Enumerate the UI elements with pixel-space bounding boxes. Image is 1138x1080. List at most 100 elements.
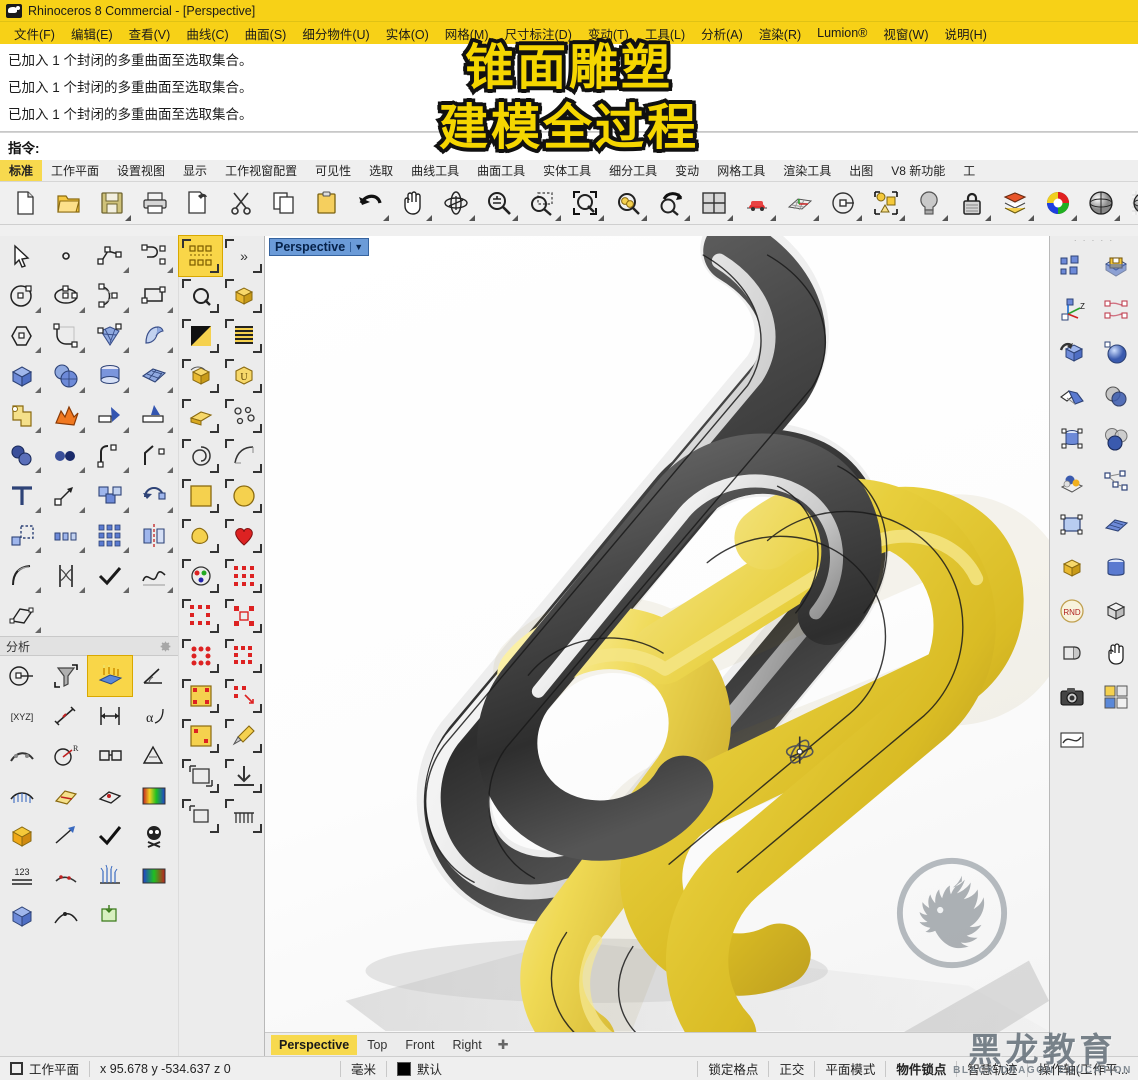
select-arrow-icon[interactable]	[0, 236, 44, 276]
status-smarttrack[interactable]: 智慧轨迹	[957, 1059, 1027, 1078]
menu-view[interactable]: 查看(V)	[121, 22, 179, 45]
point-icon[interactable]	[44, 236, 88, 276]
perspective-view-icon[interactable]	[735, 183, 778, 223]
boolean-union-2-icon[interactable]	[1094, 417, 1138, 460]
split-icon[interactable]	[132, 396, 176, 436]
extrude-box-icon[interactable]	[1050, 546, 1094, 589]
zoom-selected-icon[interactable]	[606, 183, 649, 223]
scale-icon[interactable]	[0, 516, 44, 556]
menu-file[interactable]: 文件(F)	[6, 22, 63, 45]
status-layer-cell[interactable]: 默认	[387, 1059, 452, 1078]
corner-box-icon[interactable]	[179, 756, 222, 796]
bend-icon[interactable]	[0, 556, 44, 596]
tab-solid-tools[interactable]: 实体工具	[534, 160, 600, 181]
explode-icon[interactable]	[44, 396, 88, 436]
heart-icon[interactable]	[222, 556, 265, 596]
surface-sel-icon[interactable]	[1094, 503, 1138, 546]
red-grid-sel-icon[interactable]	[179, 676, 222, 716]
smooth-icon[interactable]	[132, 556, 176, 596]
planarity-icon[interactable]	[88, 776, 132, 816]
viewport-title-label[interactable]: Perspective ▼	[269, 238, 370, 256]
render-sphere-icon[interactable]	[1122, 183, 1138, 223]
red-dots-b-icon[interactable]	[222, 636, 265, 676]
flow-along-surface-icon[interactable]	[1050, 374, 1094, 417]
distance-measure-icon[interactable]	[44, 696, 88, 736]
polygon-icon[interactable]	[0, 316, 44, 356]
ellipse-icon[interactable]	[44, 276, 88, 316]
polyline-icon[interactable]	[88, 236, 132, 276]
transform-rect-icon[interactable]	[1050, 503, 1094, 546]
status-planar[interactable]: 平面模式	[815, 1059, 885, 1078]
alpha-curvature-icon[interactable]: α	[132, 696, 176, 736]
shaded-sphere-icon[interactable]	[1079, 183, 1122, 223]
arc-icon[interactable]	[88, 276, 132, 316]
surface-control-points-icon[interactable]	[88, 316, 132, 356]
menu-lumion[interactable]: Lumion®	[809, 24, 875, 42]
direction-icon[interactable]	[44, 816, 88, 856]
iso-box-icon[interactable]	[1094, 589, 1138, 632]
subd-sphere-icon[interactable]	[179, 476, 222, 516]
rnd-random-icon[interactable]: RND	[1050, 589, 1094, 632]
print-icon[interactable]	[133, 183, 176, 223]
subd-spiral-icon[interactable]	[179, 436, 222, 476]
subd-smooth-icon[interactable]	[179, 356, 222, 396]
zoom-previous-icon[interactable]	[649, 183, 692, 223]
menu-render[interactable]: 渲染(R)	[751, 22, 809, 45]
histogram-icon[interactable]	[132, 856, 176, 896]
half-tone-icon[interactable]	[179, 316, 222, 356]
menu-help[interactable]: 说明(H)	[937, 22, 995, 45]
copy-icon[interactable]	[262, 183, 305, 223]
tab-standard[interactable]: 标准	[0, 160, 43, 181]
tab-v8-new[interactable]: V8 新功能	[882, 160, 954, 181]
tab-viewport-layout[interactable]: 工作视窗配置	[216, 160, 306, 181]
command-input[interactable]	[41, 139, 1138, 154]
zoom-window-icon[interactable]	[520, 183, 563, 223]
geometry-inspect-icon[interactable]	[0, 816, 44, 856]
section-icon[interactable]	[44, 776, 88, 816]
group-objects-icon[interactable]	[1050, 245, 1094, 288]
zebra-analysis-icon[interactable]	[87, 655, 133, 697]
cut-icon[interactable]	[219, 183, 262, 223]
tab-visibility[interactable]: 可见性	[306, 160, 360, 181]
menu-surface[interactable]: 曲面(S)	[237, 22, 295, 45]
orient-3point-icon[interactable]	[1050, 331, 1094, 374]
status-units[interactable]: 毫米	[341, 1059, 386, 1078]
cylinder-solid-icon[interactable]	[88, 356, 132, 396]
plane-from-points-icon[interactable]	[0, 596, 44, 636]
color-gradient-icon[interactable]	[132, 776, 176, 816]
subd-uv-icon[interactable]: U	[222, 356, 265, 396]
tab-render-tools[interactable]: 渲染工具	[774, 160, 840, 181]
save-file-icon[interactable]	[90, 183, 133, 223]
four-pane-icon[interactable]	[1094, 675, 1138, 718]
copy-object-icon[interactable]	[88, 476, 132, 516]
pan-hand-icon[interactable]	[391, 183, 434, 223]
trim-icon[interactable]	[88, 396, 132, 436]
offset-icon[interactable]	[0, 436, 44, 476]
status-cplane-cell[interactable]: 工作平面	[0, 1059, 89, 1078]
menu-transform[interactable]: 变动(T)	[580, 22, 637, 45]
cplane-grid-icon[interactable]	[778, 183, 821, 223]
square-grid-icon[interactable]	[179, 716, 222, 756]
paste-icon[interactable]	[305, 183, 348, 223]
angle-measure-icon[interactable]	[132, 656, 176, 696]
offset-surface-icon[interactable]	[44, 436, 88, 476]
length-measure-icon[interactable]	[88, 696, 132, 736]
circle-icon[interactable]	[0, 276, 44, 316]
rake-icon[interactable]	[222, 796, 265, 836]
box-solid-icon[interactable]	[0, 356, 44, 396]
text-icon[interactable]	[0, 476, 44, 516]
cylinder-cage-icon[interactable]	[1050, 417, 1094, 460]
cylinder-icon[interactable]	[1094, 546, 1138, 589]
square-sel-icon[interactable]	[179, 516, 222, 556]
mesh-repair-icon[interactable]	[0, 896, 44, 936]
draft-angle-icon[interactable]	[132, 736, 176, 776]
move-icon[interactable]	[44, 476, 88, 516]
surface-patch-icon[interactable]	[132, 356, 176, 396]
boolean-ops-icon[interactable]	[1094, 374, 1138, 417]
layers-icon[interactable]	[993, 183, 1036, 223]
radius-icon[interactable]: R	[44, 736, 88, 776]
palette-icon[interactable]	[179, 596, 222, 636]
command-history[interactable]: 已加入 1 个封闭的多重曲面至选取集合。 已加入 1 个封闭的多重曲面至选取集合。…	[0, 44, 1138, 132]
extrude-surface-icon[interactable]	[132, 316, 176, 356]
red-grid-arrow-icon[interactable]	[222, 676, 265, 716]
